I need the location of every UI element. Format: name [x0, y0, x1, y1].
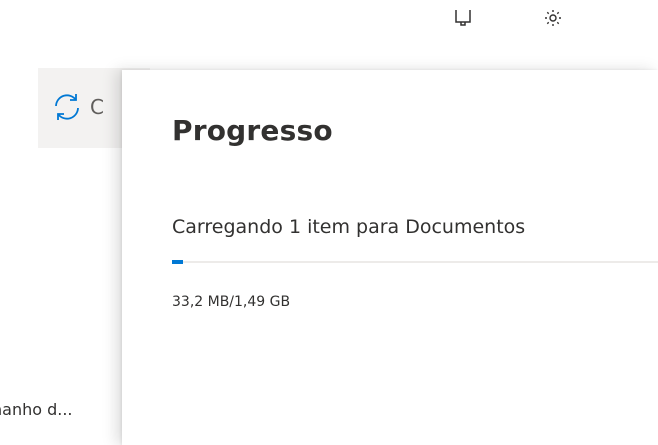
sync-label: C: [90, 95, 104, 119]
upload-status-text: Carregando 1 item para Documentos: [172, 216, 526, 238]
command-bar-gap: [0, 68, 38, 148]
progress-bar: [172, 260, 658, 264]
panel-title: Progresso: [172, 114, 333, 147]
megaphone-icon[interactable]: [452, 8, 474, 30]
sync-button[interactable]: C: [50, 90, 120, 124]
progress-panel: Progresso Carregando 1 item para Documen…: [122, 70, 658, 445]
top-navigation-bar: [0, 0, 658, 68]
upload-size-text: 33,2 MB/1,49 GB: [172, 294, 291, 310]
column-header-size[interactable]: nanho d...: [0, 400, 120, 430]
column-header-label: nanho d...: [0, 400, 73, 419]
gear-icon[interactable]: [542, 8, 564, 30]
sync-icon: [55, 94, 79, 120]
progress-bar-fill: [172, 260, 183, 264]
